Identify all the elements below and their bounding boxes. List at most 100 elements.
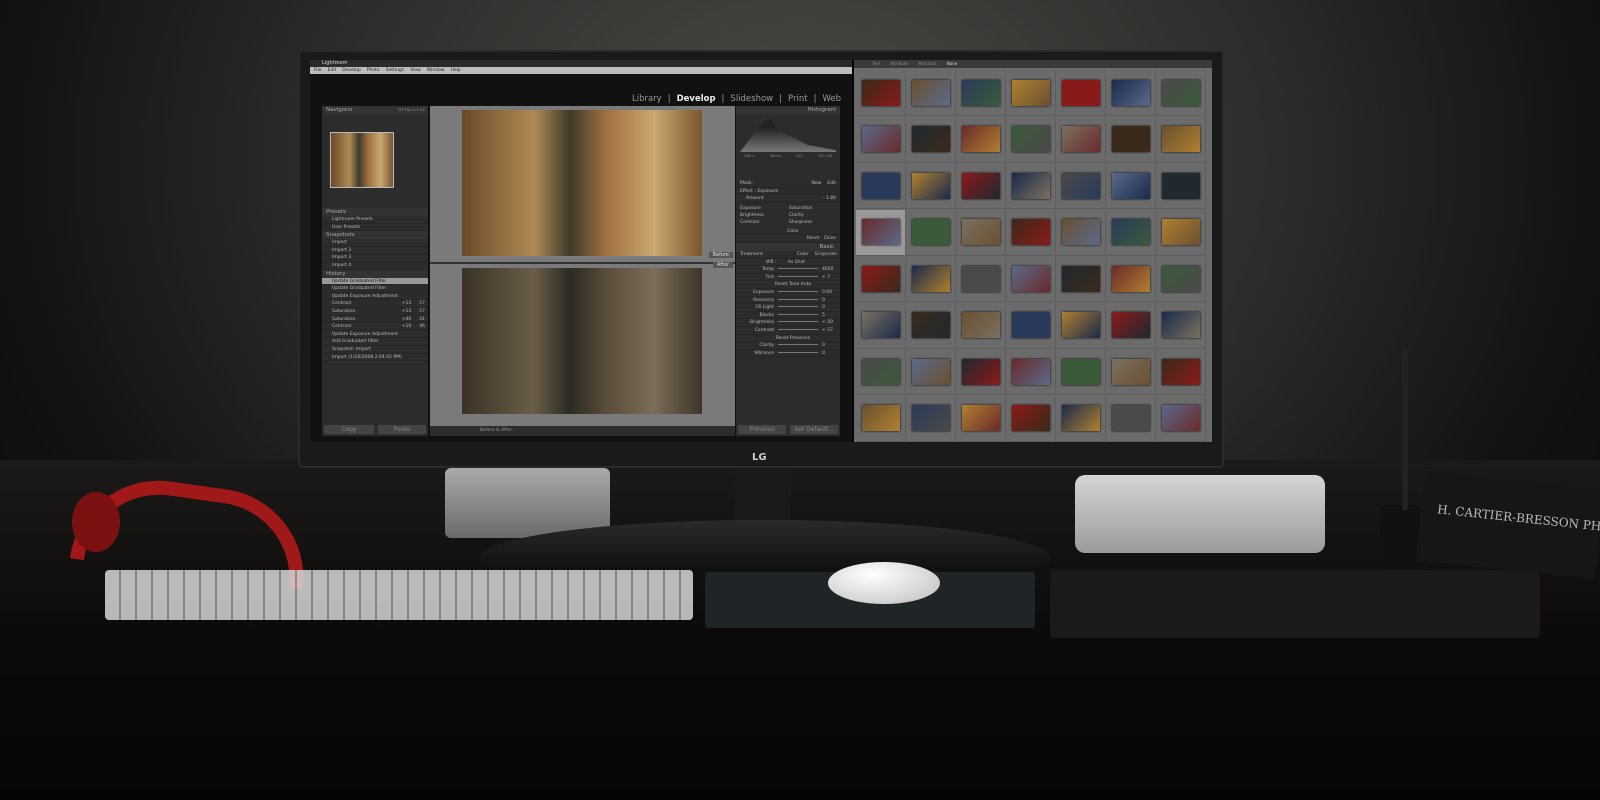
snapshot-item[interactable]: Import 2 <box>322 247 428 255</box>
module-slideshow[interactable]: Slideshow <box>730 94 773 104</box>
grid-cell[interactable] <box>1106 349 1156 395</box>
grid-cell[interactable] <box>1056 209 1106 256</box>
photo-thumbnail[interactable] <box>961 172 1000 199</box>
basic-header[interactable]: Basic <box>736 242 840 251</box>
module-print[interactable]: Print <box>788 94 808 104</box>
grid-cell[interactable] <box>856 209 906 256</box>
mask-toggle[interactable]: Brightness <box>740 213 787 218</box>
photo-thumbnail[interactable] <box>861 126 900 152</box>
slider-value[interactable]: 4650 <box>822 267 833 272</box>
grid-cell[interactable] <box>956 302 1006 349</box>
history-item[interactable]: Contrast 46 +10 <box>322 323 428 331</box>
mask-reset-button[interactable]: Reset <box>807 236 820 241</box>
photo-thumbnail[interactable] <box>1061 405 1100 431</box>
snapshot-item[interactable]: Import 4 <box>322 262 428 270</box>
history-header[interactable]: History <box>322 269 428 278</box>
photo-thumbnail[interactable] <box>961 265 1000 292</box>
grid-cell[interactable] <box>1156 302 1206 349</box>
grid-cell[interactable] <box>1156 70 1206 116</box>
slider-track[interactable] <box>778 328 818 330</box>
navigator-zoom[interactable]: FIT FILL 1:1 3:1 <box>398 106 425 114</box>
menu-develop[interactable]: Develop <box>342 68 361 73</box>
slider-value[interactable]: 0 <box>822 305 825 310</box>
photo-thumbnail[interactable] <box>861 79 900 106</box>
slider-value[interactable]: + 7 <box>822 275 830 280</box>
grid-cell[interactable] <box>906 349 956 395</box>
grid-cell[interactable] <box>906 256 956 302</box>
photo-thumbnail[interactable] <box>961 405 1000 431</box>
grid-cell[interactable] <box>906 163 956 209</box>
photo-thumbnail[interactable] <box>861 172 900 199</box>
grid-cell[interactable] <box>1156 163 1206 209</box>
photo-thumbnail[interactable] <box>911 358 950 385</box>
auto-tone-button[interactable]: Auto <box>801 282 811 287</box>
presets-header[interactable]: Presets <box>322 208 428 216</box>
grid-cell[interactable] <box>956 116 1006 163</box>
grid-cell[interactable] <box>1156 349 1206 395</box>
photo-thumbnail[interactable] <box>911 79 950 106</box>
color-button[interactable]: Color <box>797 251 809 259</box>
menu-file[interactable]: File <box>314 68 322 73</box>
grid-cell[interactable] <box>906 116 956 163</box>
grid-cell[interactable] <box>956 256 1006 302</box>
photo-thumbnail[interactable] <box>1161 265 1200 292</box>
photo-thumbnail[interactable] <box>1061 358 1100 385</box>
grid-cell[interactable] <box>906 70 956 116</box>
slider-track[interactable] <box>778 298 818 300</box>
photo-thumbnail[interactable] <box>961 312 1000 338</box>
grid-cell[interactable] <box>856 302 906 349</box>
history-item[interactable]: Update Exposure Adjustment <box>322 293 428 301</box>
grid-cell[interactable] <box>856 256 906 302</box>
preset-folder[interactable]: User Presets <box>322 224 428 232</box>
photo-thumbnail[interactable] <box>1161 358 1200 385</box>
grid-cell[interactable] <box>1056 70 1106 116</box>
photo-thumbnail[interactable] <box>961 126 1000 152</box>
history-item[interactable]: Update Graduated Filter <box>322 285 428 293</box>
slider-track[interactable] <box>778 275 818 277</box>
mask-toggle[interactable]: Contrast <box>740 220 787 225</box>
menu-view[interactable]: View <box>410 68 421 73</box>
grid-cell[interactable] <box>1106 302 1156 349</box>
photo-thumbnail[interactable] <box>1011 126 1050 152</box>
photo-thumbnail[interactable] <box>1111 358 1150 385</box>
paste-button[interactable]: Paste <box>378 425 426 434</box>
grid-cell[interactable] <box>906 395 956 442</box>
grid-cell[interactable] <box>1006 256 1056 302</box>
module-library[interactable]: Library <box>632 94 662 104</box>
photo-thumbnail[interactable] <box>1161 126 1200 152</box>
slider-track[interactable] <box>778 344 818 346</box>
filter-text[interactable]: Text <box>872 61 880 66</box>
reset-presence-label[interactable]: Reset Presence <box>736 335 840 343</box>
grid-cell[interactable] <box>1006 116 1056 163</box>
mask-toggle[interactable]: Sharpness <box>789 220 836 225</box>
grid-cell[interactable] <box>956 395 1006 442</box>
mask-new[interactable]: New <box>811 180 821 188</box>
photo-thumbnail[interactable] <box>1111 312 1150 338</box>
preset-folder[interactable]: Lightroom Presets <box>322 216 428 224</box>
photo-thumbnail[interactable] <box>1011 312 1050 338</box>
filter-none[interactable]: None <box>947 61 957 66</box>
photo-thumbnail[interactable] <box>1061 312 1100 338</box>
grid-cell[interactable] <box>1056 395 1106 442</box>
slider-track[interactable] <box>778 306 818 308</box>
photo-thumbnail[interactable] <box>1061 219 1100 245</box>
slider-value[interactable]: 0 <box>822 298 825 303</box>
photo-thumbnail[interactable] <box>961 358 1000 385</box>
amount-value[interactable]: - 1.80 <box>823 195 836 203</box>
grid-cell[interactable] <box>856 395 906 442</box>
photo-thumbnail[interactable] <box>911 265 950 292</box>
history-item[interactable]: Contrast 57 +13 <box>322 300 428 308</box>
grid-cell[interactable] <box>1056 116 1106 163</box>
slider-value[interactable]: + 57 <box>822 328 833 333</box>
grid-cell[interactable] <box>906 302 956 349</box>
grid-cell[interactable] <box>856 116 906 163</box>
history-item[interactable]: Saturation 41 +40 <box>322 316 428 324</box>
history-item[interactable]: Import (1/16/2008 2:04:02 PM) <box>322 354 428 362</box>
mask-toggle[interactable]: Clarity <box>789 213 836 218</box>
photo-thumbnail[interactable] <box>1011 358 1050 385</box>
set-default-button[interactable]: Set Default... <box>790 425 838 434</box>
photo-thumbnail[interactable] <box>1161 312 1200 338</box>
grid-cell[interactable] <box>1106 163 1156 209</box>
grid-cell[interactable] <box>1156 256 1206 302</box>
snapshot-item[interactable]: Import 3 <box>322 254 428 262</box>
